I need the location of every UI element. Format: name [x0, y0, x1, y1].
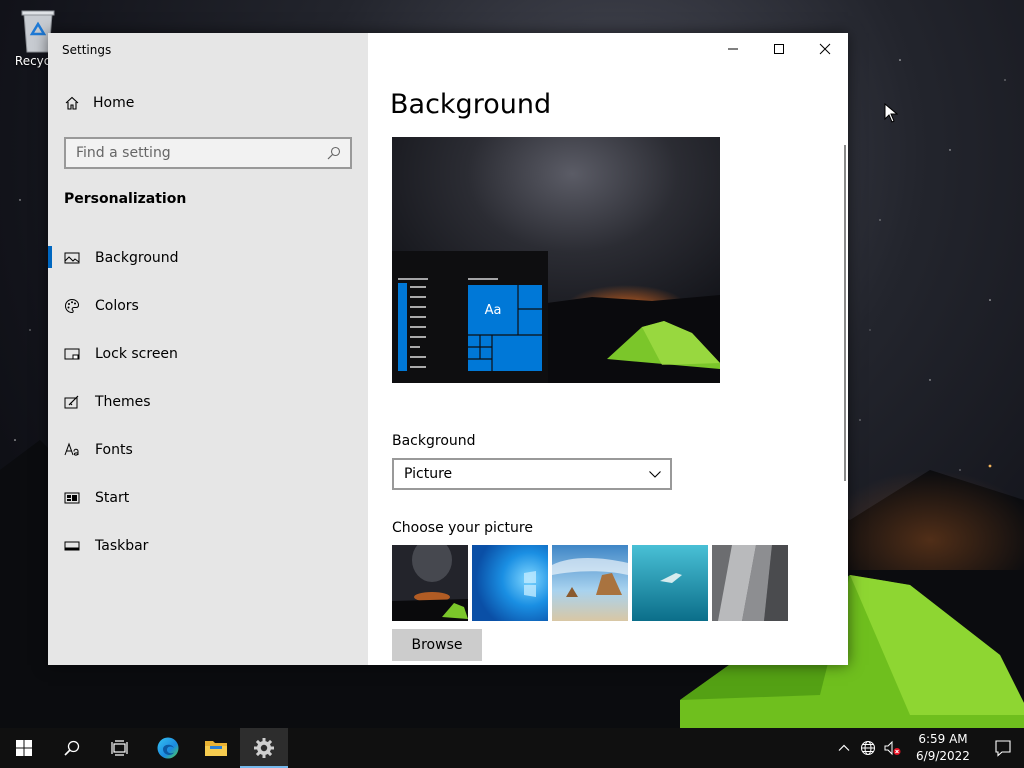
sidebar-item-label: Colors — [95, 298, 139, 314]
sidebar-item-colors[interactable]: Colors — [48, 282, 368, 330]
background-dropdown[interactable]: Picture — [392, 458, 672, 490]
sidebar-item-taskbar[interactable]: Taskbar — [48, 522, 368, 570]
system-tray: 6:59 AM 6/9/2022 — [832, 728, 1024, 768]
background-field-label: Background — [392, 433, 476, 449]
chevron-up-icon — [838, 744, 850, 751]
sidebar-item-label: Themes — [95, 394, 151, 410]
search-icon — [327, 146, 341, 160]
fonts-icon — [64, 442, 79, 456]
minimize-icon — [728, 48, 738, 50]
sidebar-item-label: Start — [95, 490, 130, 506]
show-hidden-icons-button[interactable] — [832, 728, 856, 768]
page-title: Background — [390, 89, 552, 120]
task-view-icon — [111, 740, 128, 756]
choose-picture-label: Choose your picture — [392, 520, 533, 536]
search-icon — [64, 740, 80, 756]
sidebar-item-start[interactable]: Start — [48, 474, 368, 522]
globe-icon — [861, 741, 875, 755]
sidebar-item-lock-screen[interactable]: Lock screen — [48, 330, 368, 378]
notification-icon — [995, 740, 1011, 757]
start-icon — [16, 740, 32, 756]
sidebar-item-fonts[interactable]: Fonts — [48, 426, 368, 474]
thumbnail-milky-way-tent[interactable] — [392, 545, 468, 621]
palette-icon — [65, 298, 80, 314]
chevron-down-icon — [649, 471, 661, 478]
lock-screen-icon — [64, 348, 80, 360]
taskbar: 6:59 AM 6/9/2022 — [0, 728, 1024, 768]
search-button[interactable] — [48, 728, 96, 768]
edge-icon — [157, 737, 179, 759]
caption-buttons — [710, 33, 848, 65]
file-explorer-icon — [205, 741, 227, 756]
content-scrollbar[interactable] — [844, 145, 846, 481]
volume-muted-icon — [884, 740, 901, 756]
maximize-button[interactable] — [756, 33, 802, 65]
sidebar-item-background[interactable]: Background — [48, 234, 368, 282]
settings-window: Settings Home Find a setting Personaliza… — [48, 33, 848, 665]
settings-taskbar-button[interactable] — [240, 728, 288, 768]
sidebar-item-label: Background — [95, 250, 179, 266]
home-icon — [65, 96, 79, 110]
thumbnail-underwater-swimmer[interactable] — [632, 545, 708, 621]
task-view-button[interactable] — [96, 728, 144, 768]
picture-thumbnails — [392, 545, 788, 621]
sidebar-item-label: Fonts — [95, 442, 133, 458]
settings-sidebar: Settings Home Find a setting Personaliza… — [48, 33, 368, 665]
window-title: Settings — [62, 43, 112, 57]
thumbnail-windows-blue[interactable] — [472, 545, 548, 621]
close-icon — [819, 43, 831, 55]
maximize-icon — [774, 44, 784, 54]
background-dropdown-value: Picture — [404, 466, 453, 482]
home-nav-item[interactable]: Home — [64, 95, 134, 111]
start-icon — [64, 492, 80, 504]
picture-icon — [64, 252, 80, 264]
mouse-cursor-icon — [884, 103, 898, 123]
sidebar-item-themes[interactable]: Themes — [48, 378, 368, 426]
minimize-button[interactable] — [710, 33, 756, 65]
preview-tile-text: Aa — [484, 302, 502, 318]
network-button[interactable] — [856, 728, 880, 768]
clock[interactable]: 6:59 AM 6/9/2022 — [904, 731, 982, 765]
thumbnail-rock-cliff[interactable] — [712, 545, 788, 621]
file-explorer-button[interactable] — [192, 728, 240, 768]
sidebar-nav: Background Colors Lock screen Themes Fon… — [48, 234, 368, 570]
start-button[interactable] — [0, 728, 48, 768]
volume-button[interactable] — [880, 728, 904, 768]
taskbar-icon — [64, 541, 80, 551]
clock-date: 6/9/2022 — [916, 749, 970, 763]
section-title: Personalization — [64, 191, 187, 207]
clock-time: 6:59 AM — [918, 732, 968, 746]
search-input[interactable]: Find a setting — [64, 137, 352, 169]
settings-content: Background Aa Background Picture Choose … — [368, 33, 848, 665]
edge-button[interactable] — [144, 728, 192, 768]
sidebar-item-label: Taskbar — [95, 538, 149, 554]
close-button[interactable] — [802, 33, 848, 65]
horizon-glow — [820, 470, 1024, 570]
settings-icon — [254, 738, 274, 758]
home-label: Home — [93, 95, 135, 111]
search-placeholder: Find a setting — [76, 145, 171, 161]
themes-icon — [64, 395, 79, 409]
background-preview: Aa — [392, 137, 720, 383]
sidebar-item-label: Lock screen — [95, 346, 178, 362]
action-center-button[interactable] — [982, 728, 1024, 768]
browse-button[interactable]: Browse — [392, 629, 482, 661]
thumbnail-beach-rock[interactable] — [552, 545, 628, 621]
